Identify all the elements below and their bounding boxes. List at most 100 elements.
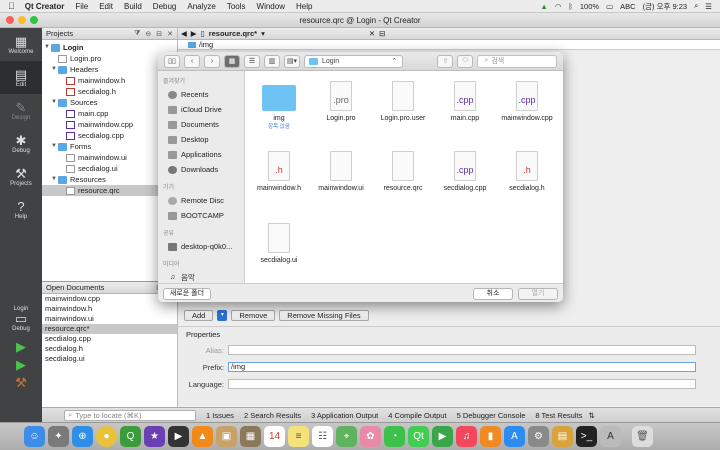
new-folder-button[interactable]: 새로운 폴더 — [163, 288, 211, 300]
file-item-mainwindow-h[interactable]: .h mainwindow.h — [247, 151, 311, 192]
file-item-secdialog-ui[interactable]: secdialog.ui — [247, 223, 311, 264]
back-button[interactable]: ‹ — [184, 54, 200, 68]
location-popup[interactable]: Login ⌃ — [304, 54, 404, 68]
books-icon[interactable]: ▮ — [480, 426, 501, 447]
finder-icon[interactable]: ☺ — [24, 426, 45, 447]
file-item-secdialog-cpp[interactable]: .cpp secdialog.cpp — [433, 151, 497, 192]
trash-icon[interactable]: 🗑 — [632, 426, 653, 447]
mode-projects[interactable]: ⚒ Projects — [0, 160, 42, 193]
prefix-field[interactable]: /img — [228, 362, 696, 372]
tab-issues[interactable]: 1 Issues — [206, 411, 234, 420]
share-button[interactable]: ⇪ — [437, 54, 454, 68]
menu-app[interactable]: Qt Creator — [25, 2, 65, 11]
tree-folder-forms[interactable]: ▼ Forms — [42, 141, 177, 152]
menu-tools[interactable]: Tools — [227, 2, 246, 11]
file-item-login-pro[interactable]: .pro Login.pro — [309, 81, 373, 122]
open-doc-item[interactable]: mainwindow.h — [42, 304, 177, 314]
chevron-down-icon[interactable]: ▼ — [44, 42, 51, 53]
sidebar-item-downloads[interactable]: Downloads — [158, 162, 244, 177]
messages-icon[interactable]: ◔ — [384, 426, 405, 447]
menu-debug[interactable]: Debug — [153, 2, 177, 11]
sidebar-item-icloud[interactable]: iCloud Drive — [158, 102, 244, 117]
menu-build[interactable]: Build — [124, 2, 142, 11]
open-doc-item[interactable]: secdialog.h — [42, 344, 177, 354]
maps-icon[interactable]: ⌖ — [336, 426, 357, 447]
imovie-icon[interactable]: ★ — [144, 426, 165, 447]
gallery-view-button[interactable]: ▤▾ — [284, 54, 300, 68]
add-button[interactable]: Add — [184, 310, 214, 321]
dialog-search-input[interactable]: ⌕ 검색 — [477, 54, 557, 68]
tree-item[interactable]: secdialog.cpp — [42, 130, 177, 141]
mode-help[interactable]: ? Help — [0, 193, 42, 226]
debug-run-button[interactable]: ▶ — [0, 356, 42, 374]
file-item-mainwindow-cpp[interactable]: .cpp mainwindow.cpp — [495, 81, 559, 122]
tab-test-results[interactable]: 8 Test Results — [535, 411, 582, 420]
tree-item[interactable]: Login.pro — [42, 53, 177, 64]
launchpad-icon[interactable]: ✦ — [48, 426, 69, 447]
resource-prefix-row[interactable]: /img — [178, 40, 720, 50]
menu-help[interactable]: Help — [296, 2, 312, 11]
tab-debugger-console[interactable]: 5 Debugger Console — [457, 411, 526, 420]
tab-compile-output[interactable]: 4 Compile Output — [388, 411, 446, 420]
input-method[interactable]: ABC — [620, 2, 635, 11]
add-dropdown-button[interactable]: ▾ — [217, 310, 228, 321]
search-icon[interactable]: ⌕ — [694, 1, 698, 11]
preview-icon[interactable]: ▦ — [240, 426, 261, 447]
minimize-window-button[interactable] — [18, 16, 26, 24]
file-item-secdialog-h[interactable]: .h secdialog.h — [495, 151, 559, 192]
tree-item[interactable]: secdialog.ui — [42, 163, 177, 174]
cancel-button[interactable]: 취소 — [473, 288, 513, 300]
chrome-icon[interactable]: ● — [96, 426, 117, 447]
tree-item[interactable]: main.cpp — [42, 108, 177, 119]
music-icon[interactable]: ♫ — [456, 426, 477, 447]
mode-debug[interactable]: ✱ Debug — [0, 127, 42, 160]
tag-button[interactable]: ⬭ — [457, 54, 474, 68]
language-field[interactable] — [228, 379, 696, 389]
tab-search-results[interactable]: 2 Search Results — [244, 411, 301, 420]
file-item-mainwindow-ui[interactable]: mainwindow.ui — [309, 151, 373, 192]
menubar-clock[interactable]: (금) 오후 9:23 — [643, 1, 687, 12]
filter-icon[interactable]: ⧩ — [134, 30, 140, 38]
sidebar-item-bootcamp[interactable]: BOOTCAMP — [158, 208, 244, 223]
close-window-button[interactable] — [6, 16, 14, 24]
package-icon[interactable]: ▣ — [216, 426, 237, 447]
file-item-img[interactable]: img 항목 없음 — [247, 81, 311, 130]
open-doc-item-selected[interactable]: resource.qrc* — [42, 324, 177, 334]
font-book-icon[interactable]: A — [600, 426, 621, 447]
list-view-button[interactable]: ☰ — [244, 54, 260, 68]
close-icon[interactable]: ✕ — [369, 29, 375, 38]
chevron-down-icon[interactable]: ▼ — [51, 174, 58, 185]
build-button[interactable]: ⚒ — [0, 374, 42, 392]
remove-missing-files-button[interactable]: Remove Missing Files — [279, 310, 369, 321]
app-store-icon[interactable]: A — [504, 426, 525, 447]
editor-tab[interactable]: resource.qrc* — [209, 29, 257, 38]
split-icon[interactable]: ⊟ — [379, 29, 385, 38]
remove-button[interactable]: Remove — [231, 310, 276, 321]
chevron-up-icon[interactable]: ⇅ — [588, 411, 594, 420]
back-icon[interactable]: ◀ — [181, 29, 187, 38]
sidebar-item-remote-disc[interactable]: Remote Disc — [158, 193, 244, 208]
menu-edit[interactable]: Edit — [99, 2, 113, 11]
mode-welcome[interactable]: ▦ Welcome — [0, 28, 42, 61]
bluetooth-icon[interactable]: ᛒ — [568, 2, 573, 11]
mode-edit[interactable]: ▤ Edit — [0, 61, 42, 94]
split-icon[interactable]: ⊟ — [156, 30, 162, 38]
sidebar-item-recents[interactable]: Recents — [158, 87, 244, 102]
notes-icon[interactable]: ≡ — [288, 426, 309, 447]
forward-button[interactable]: › — [204, 54, 220, 68]
zoom-window-button[interactable] — [30, 16, 38, 24]
file-item-main-cpp[interactable]: .cpp main.cpp — [433, 81, 497, 122]
tree-project-login[interactable]: ▼ Login — [42, 42, 177, 53]
tree-item[interactable]: mainwindow.h — [42, 75, 177, 86]
sidebar-item-shared-desktop[interactable]: desktop-q0k0... — [158, 239, 244, 254]
safari-icon[interactable]: ⊕ — [72, 426, 93, 447]
tree-folder-sources[interactable]: ▼ Sources — [42, 97, 177, 108]
chevron-down-icon[interactable]: ▼ — [51, 64, 58, 75]
locate-input[interactable]: ⌕ Type to locate (⌘K) — [64, 409, 196, 421]
tree-item-selected[interactable]: resource.qrc — [42, 185, 177, 196]
battery-icon[interactable]: ▭ — [606, 2, 613, 11]
facetime-icon[interactable]: ▶ — [432, 426, 453, 447]
icon-view-button[interactable]: ▦ — [224, 54, 240, 68]
chevron-down-icon[interactable]: ▼ — [51, 97, 58, 108]
chevron-down-icon[interactable]: ▼ — [51, 141, 58, 152]
